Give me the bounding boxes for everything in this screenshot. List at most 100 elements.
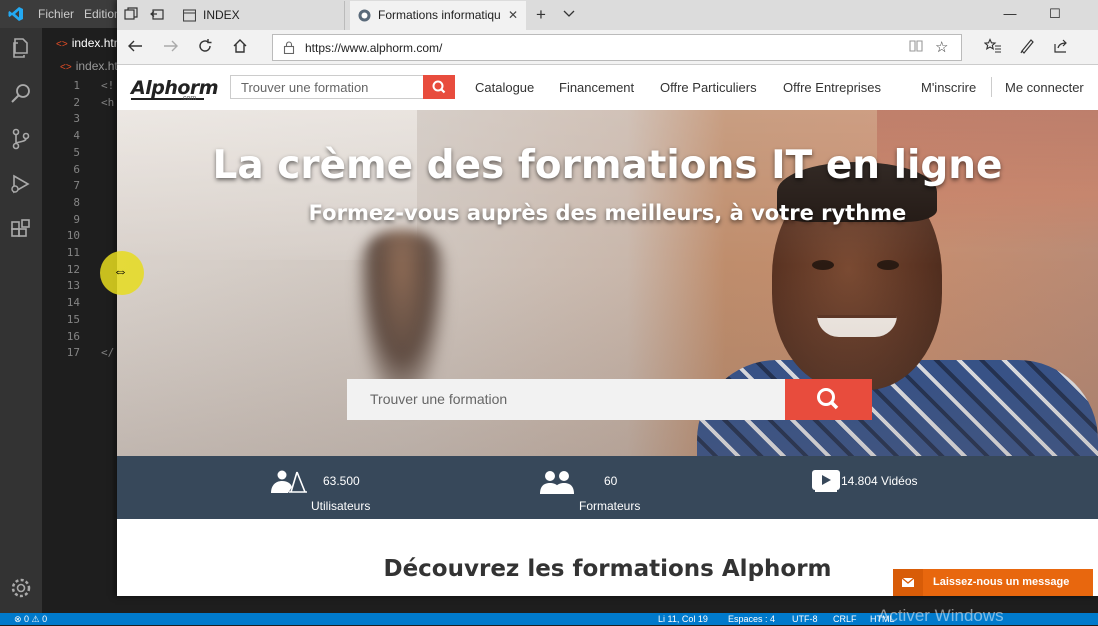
nav-financement[interactable]: Financement [559,80,634,95]
page-icon [182,9,197,22]
line-number: 17 [66,346,80,360]
nav-connecter[interactable]: Me connecter [1005,80,1084,95]
edge-browser-window: INDEX Formations informatiqu ✕ + — ☐ htt… [117,0,1098,596]
maximize-icon[interactable]: ☐ [1040,6,1070,24]
url-text[interactable]: https://www.alphorm.com/ [305,41,442,55]
windows-activation-watermark: Activer Windows [878,606,1004,625]
indent-status[interactable]: Espaces : 4 [728,614,775,624]
encoding-status[interactable]: UTF-8 [792,614,818,624]
search-icon [432,80,446,94]
line-number: 9 [73,212,80,226]
stat-users-label: Utilisateurs [311,499,371,513]
problems-status[interactable]: ⊗ 0 ⚠ 0 [14,614,47,625]
resize-cursor-icon: ⇔ [113,263,128,280]
nav-offre-entreprises[interactable]: Offre Entreprises [783,80,881,95]
cursor-position-status[interactable]: Li 11, Col 19 [658,614,708,624]
nav-catalogue[interactable]: Catalogue [475,80,534,95]
code-line-17[interactable]: </ [101,346,114,359]
new-tab-icon[interactable]: + [533,6,549,23]
browser-navbar: https://www.alphorm.com/ ☆ [117,30,1098,65]
lock-icon[interactable] [283,41,295,55]
browser-tab-formations[interactable]: Formations informatiqu ✕ [350,1,526,30]
debug-icon[interactable] [9,172,33,196]
line-number: 14 [66,296,80,310]
html-file-icon: <> [56,39,68,50]
header-search-button[interactable] [423,75,455,99]
line-number: 2 [73,95,80,109]
back-icon[interactable] [125,38,145,58]
line-number: 11 [66,246,80,259]
line-number: 5 [73,145,80,159]
chat-message-button[interactable]: Laissez-nous un message [893,569,1093,596]
tab-preview-chevron-icon[interactable] [561,7,577,23]
line-number: 8 [73,195,80,209]
editor-tab-index[interactable]: <> index.htm [42,28,122,56]
line-number: 15 [66,312,80,326]
code-line-1[interactable]: <! [101,79,114,92]
header-search-input[interactable]: Trouver une formation [230,75,424,99]
set-tabs-aside-icon[interactable] [149,7,165,23]
browser-tab-label: INDEX [203,8,240,22]
activity-bar [0,28,42,613]
minimize-icon[interactable]: — [995,6,1025,24]
browser-tab-label: Formations informatiqu [378,8,501,22]
share-icon[interactable] [1051,38,1071,58]
stats-bar: 63.500 Utilisateurs 60 Formateurs 14.804… [117,456,1098,519]
alphorm-logo[interactable]: Alphorm [131,77,219,99]
browser-tab-bar: INDEX Formations informatiqu ✕ + — ☐ [117,0,1098,30]
breadcrumb[interactable]: <>index.htm [42,56,122,76]
code-line-2[interactable]: <h [101,96,114,109]
stat-users-value: 63.500 [323,474,360,488]
extensions-icon[interactable] [9,218,33,242]
chat-label: Laissez-nous un message [933,576,1070,588]
editor-tab-label: index.htm [71,36,122,50]
tab-sets-icon[interactable] [123,7,139,23]
hero-search-button[interactable] [785,379,872,420]
refresh-icon[interactable] [195,38,215,58]
html-file-icon: <> [60,62,72,73]
hero-banner: La crème des formations IT en ligne Form… [117,110,1098,456]
hero-title: La crème des formations IT en ligne [212,143,1003,188]
vscode-logo-icon [8,6,24,22]
favorite-star-icon[interactable]: ☆ [935,38,948,56]
envelope-icon [893,569,923,596]
line-number: 3 [73,112,80,126]
favorites-hub-icon[interactable] [983,38,1003,58]
explorer-icon[interactable] [9,36,33,60]
menu-edition[interactable]: Edition [84,7,121,21]
source-control-icon[interactable] [9,127,33,151]
reading-view-icon[interactable] [909,39,923,56]
browser-tab-index[interactable]: INDEX [175,1,345,30]
nav-inscrire[interactable]: M'inscrire [921,80,976,95]
eol-status[interactable]: CRLF [833,614,857,624]
address-bar[interactable]: https://www.alphorm.com/ ☆ [272,34,962,61]
settings-gear-icon[interactable] [9,576,33,600]
line-number: 4 [73,129,80,143]
line-number: 10 [66,229,80,243]
line-number: 12 [66,262,80,276]
line-number: 16 [66,329,80,343]
hero-search-input[interactable]: Trouver une formation [347,379,785,420]
video-icon [812,470,840,497]
home-icon[interactable] [230,38,250,58]
web-note-pen-icon[interactable] [1017,38,1037,58]
alphorm-page: Alphorm .com Trouver une formation Catal… [117,65,1098,596]
trainers-icon [540,470,574,499]
alphorm-favicon-icon [358,9,371,22]
stat-videos-value: 14.804 Vidéos [841,474,918,488]
close-tab-icon[interactable]: ✕ [508,8,518,22]
logo-domain: .com [181,95,197,102]
breadcrumb-label: index.htm [75,59,122,73]
stat-trainers-label: Formateurs [579,499,641,513]
menu-separator [991,77,992,97]
line-number: 13 [66,279,80,293]
users-icon [269,470,307,499]
site-header: Alphorm .com Trouver une formation Catal… [117,65,1098,110]
nav-offre-particuliers[interactable]: Offre Particuliers [660,80,757,95]
hero-subtitle: Formez-vous auprès des meilleurs, à votr… [308,201,907,225]
line-number: 7 [73,179,80,193]
search-icon[interactable] [9,81,33,105]
forward-icon[interactable] [161,38,181,58]
menu-fichier[interactable]: Fichier [38,7,74,21]
stat-trainers-value: 60 [604,474,618,488]
